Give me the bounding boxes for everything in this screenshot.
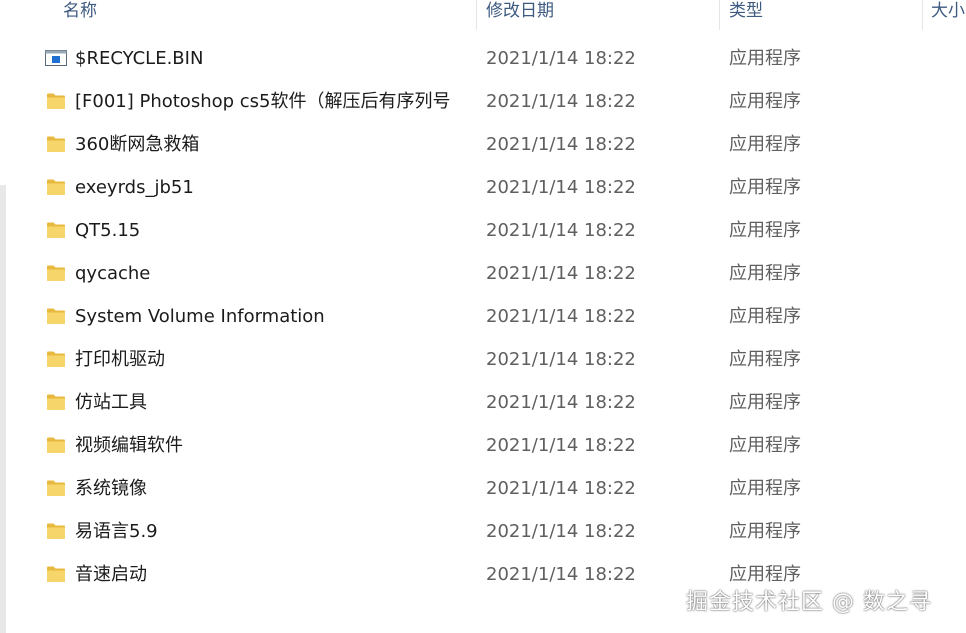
file-date-modified: 2021/1/14 18:22	[486, 134, 636, 155]
column-header-bar: 名称 修改日期 类型 大小	[0, 0, 966, 30]
file-name: 系统镜像	[75, 478, 147, 499]
file-type: 应用程序	[729, 392, 801, 413]
file-date-modified: 2021/1/14 18:22	[486, 263, 636, 284]
file-row[interactable]: exeyrds_jb51 2021/1/14 18:22 应用程序	[0, 166, 966, 209]
file-name: 音速启动	[75, 564, 147, 585]
folder-icon	[46, 221, 66, 239]
file-name: $RECYCLE.BIN	[75, 48, 204, 69]
column-divider[interactable]	[476, 0, 477, 30]
file-row[interactable]: QT5.15 2021/1/14 18:22 应用程序	[0, 209, 966, 252]
folder-icon	[46, 479, 66, 497]
folder-icon	[46, 522, 66, 540]
file-row[interactable]: qycache 2021/1/14 18:22 应用程序	[0, 252, 966, 295]
column-header-name[interactable]: 名称	[63, 0, 463, 28]
file-row[interactable]: 系统镜像 2021/1/14 18:22 应用程序	[0, 467, 966, 510]
folder-icon	[46, 307, 66, 325]
file-date-modified: 2021/1/14 18:22	[486, 478, 636, 499]
file-name: exeyrds_jb51	[75, 177, 194, 198]
file-name: System Volume Information	[75, 306, 325, 327]
watermark: 掘金技术社区 @ 数之寻	[686, 590, 932, 615]
file-type: 应用程序	[729, 220, 801, 241]
column-divider[interactable]	[719, 0, 720, 30]
file-date-modified: 2021/1/14 18:22	[486, 91, 636, 112]
file-type: 应用程序	[729, 48, 801, 69]
folder-icon	[46, 92, 66, 110]
file-row[interactable]: 视频编辑软件 2021/1/14 18:22 应用程序	[0, 424, 966, 467]
folder-icon	[46, 178, 66, 196]
file-type: 应用程序	[729, 263, 801, 284]
file-name: 仿站工具	[75, 392, 147, 413]
file-type: 应用程序	[729, 91, 801, 112]
file-name: qycache	[75, 263, 151, 284]
file-name: QT5.15	[75, 220, 141, 241]
file-name: 打印机驱动	[75, 349, 165, 370]
file-type: 应用程序	[729, 306, 801, 327]
file-name: 360断网急救箱	[75, 134, 200, 155]
folder-icon	[46, 350, 66, 368]
file-name: 视频编辑软件	[75, 435, 183, 456]
folder-icon	[46, 436, 66, 454]
column-divider[interactable]	[922, 0, 923, 30]
file-type: 应用程序	[729, 521, 801, 542]
file-date-modified: 2021/1/14 18:22	[486, 48, 636, 69]
folder-icon	[46, 393, 66, 411]
recycle-bin-icon	[45, 49, 67, 67]
file-date-modified: 2021/1/14 18:22	[486, 564, 636, 585]
file-row[interactable]: System Volume Information 2021/1/14 18:22…	[0, 295, 966, 338]
file-date-modified: 2021/1/14 18:22	[486, 306, 636, 327]
file-name: 易语言5.9	[75, 521, 158, 542]
file-row[interactable]: 打印机驱动 2021/1/14 18:22 应用程序	[0, 338, 966, 381]
folder-icon	[46, 565, 66, 583]
file-date-modified: 2021/1/14 18:22	[486, 521, 636, 542]
file-date-modified: 2021/1/14 18:22	[486, 177, 636, 198]
file-type: 应用程序	[729, 478, 801, 499]
file-row[interactable]: 360断网急救箱 2021/1/14 18:22 应用程序	[0, 123, 966, 166]
file-date-modified: 2021/1/14 18:22	[486, 349, 636, 370]
file-date-modified: 2021/1/14 18:22	[486, 220, 636, 241]
folder-icon	[46, 264, 66, 282]
column-header-size[interactable]: 大小	[931, 0, 966, 28]
folder-icon	[46, 135, 66, 153]
file-row[interactable]: 仿站工具 2021/1/14 18:22 应用程序	[0, 381, 966, 424]
file-date-modified: 2021/1/14 18:22	[486, 392, 636, 413]
file-type: 应用程序	[729, 435, 801, 456]
file-date-modified: 2021/1/14 18:22	[486, 435, 636, 456]
file-row[interactable]: $RECYCLE.BIN 2021/1/14 18:22 应用程序	[0, 37, 966, 80]
file-type: 应用程序	[729, 349, 801, 370]
file-type: 应用程序	[729, 177, 801, 198]
column-header-type[interactable]: 类型	[729, 0, 914, 28]
file-type: 应用程序	[729, 134, 801, 155]
file-list: $RECYCLE.BIN 2021/1/14 18:22 应用程序 [F001] Ph…	[0, 37, 966, 596]
file-row[interactable]: 易语言5.9 2021/1/14 18:22 应用程序	[0, 510, 966, 553]
file-name: [F001] Photoshop cs5软件（解压后有序列号	[75, 91, 451, 112]
file-row[interactable]: [F001] Photoshop cs5软件（解压后有序列号 2021/1/14 …	[0, 80, 966, 123]
column-header-date-modified[interactable]: 修改日期	[486, 0, 711, 28]
